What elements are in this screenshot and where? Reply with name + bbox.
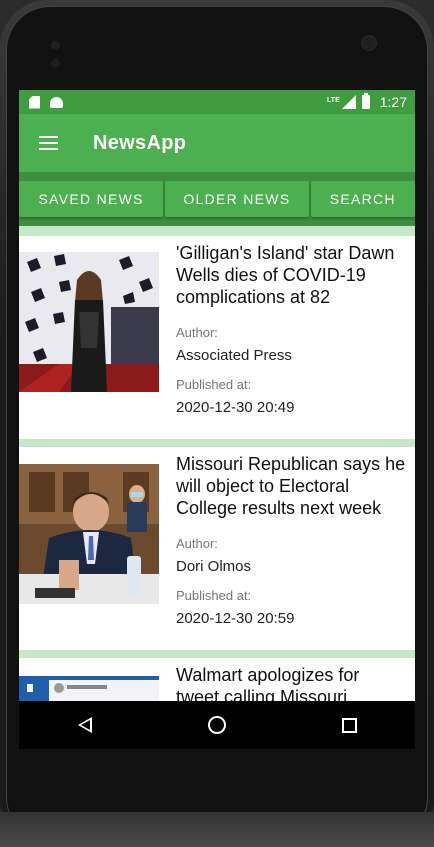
news-thumbnail [19,464,159,604]
author-value: Associated Press [176,347,292,364]
news-thumbnail [19,676,159,701]
system-navigation-bar [19,701,415,749]
news-headline: 'Gilligan's Island' star Dawn Wells dies… [176,243,395,307]
back-button[interactable] [55,701,115,749]
news-card[interactable]: Missouri Republican says he will object … [19,447,415,650]
older-news-button[interactable]: OLDER NEWS [165,181,309,217]
recents-icon [341,717,357,733]
device-frame: LTE 1:27 NewsApp SAVED NEWS OLDER NEWS S… [0,0,434,847]
front-camera [361,35,377,51]
home-button[interactable] [187,701,247,749]
status-bar: LTE 1:27 [19,90,415,114]
recents-button[interactable] [319,701,379,749]
saved-news-button[interactable]: SAVED NEWS [19,181,164,217]
news-thumbnail [19,252,159,392]
sd-card-icon [29,95,40,109]
app-title: NewsApp [93,131,187,154]
author-value: Dori Olmos [176,558,252,575]
tab-bar: SAVED NEWS OLDER NEWS SEARCH [19,172,415,226]
status-time: 1:27 [379,94,407,110]
published-label: Published at: [176,588,252,603]
home-icon [208,716,226,734]
author-label: Author: [176,536,218,551]
published-label: Published at: [176,377,252,392]
back-icon [78,717,92,733]
battery-icon [361,93,370,109]
app-bar: NewsApp [19,114,415,172]
published-value: 2020-12-30 20:59 [176,610,295,627]
signal-icon [341,95,356,109]
search-button[interactable]: SEARCH [310,181,415,217]
news-card[interactable]: 'Gilligan's Island' star Dawn Wells dies… [19,236,415,439]
news-headline: Walmart apologizes for tweet calling Mis… [176,665,360,701]
news-headline: Missouri Republican says he will object … [176,454,406,518]
hamburger-menu-icon[interactable] [19,114,77,172]
android-debug-icon [50,96,63,108]
published-value: 2020-12-30 20:49 [176,399,295,416]
device-bottom-edge [0,812,434,847]
news-list[interactable]: 'Gilligan's Island' star Dawn Wells dies… [19,226,415,701]
speaker-grille [51,37,75,68]
phone-screen: LTE 1:27 NewsApp SAVED NEWS OLDER NEWS S… [19,90,415,749]
network-type: LTE [327,97,340,104]
author-label: Author: [176,325,218,340]
news-card[interactable]: Walmart apologizes for tweet calling Mis… [19,658,415,701]
